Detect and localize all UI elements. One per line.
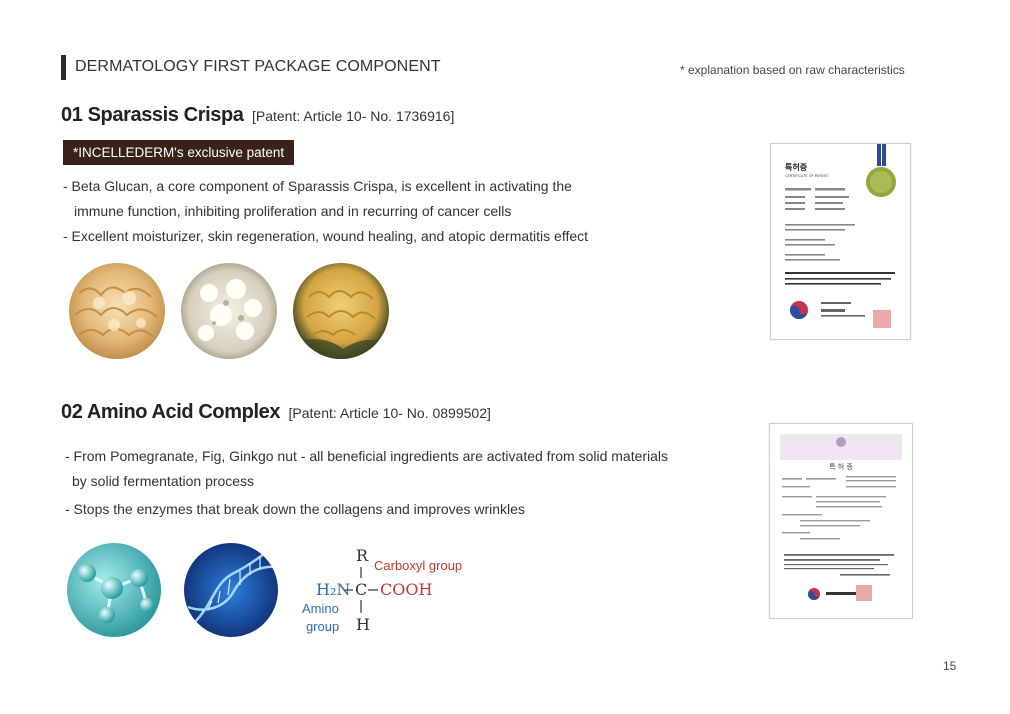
certificate1-title: 특허증 bbox=[785, 162, 808, 172]
section2-title: 02 Amino Acid Complex bbox=[61, 401, 281, 423]
section2-bullet-1: - From Pomegranate, Fig, Ginkgo nut - al… bbox=[65, 448, 669, 464]
page-number: 15 bbox=[943, 659, 957, 673]
section2-bullet-2: - Stops the enzymes that break down the … bbox=[65, 501, 525, 517]
header-note: * explanation based on raw characteristi… bbox=[680, 63, 905, 77]
section1-bullet-1-cont: immune function, inhibiting proliferatio… bbox=[74, 203, 512, 219]
section1-title: 01 Sparassis Crispa bbox=[61, 104, 244, 126]
amino-group-label-2: group bbox=[306, 619, 339, 634]
formula-cooh: COOH bbox=[380, 580, 432, 599]
section1-patent: [Patent: Article 10- No. 1736916] bbox=[251, 108, 455, 124]
page-header-title: DERMATOLOGY FIRST PACKAGE COMPONENT bbox=[75, 58, 441, 75]
section1-bullet-1: - Beta Glucan, a core component of Spara… bbox=[63, 178, 572, 194]
sparassis-photo-2 bbox=[181, 263, 277, 359]
formula-r: R bbox=[356, 546, 369, 565]
patent-certificate-2: 특 허 증 bbox=[769, 423, 913, 619]
molecule-photo bbox=[67, 543, 161, 637]
section2-bullet-1-cont: by solid fermentation process bbox=[72, 473, 255, 489]
section2-heading: 02 Amino Acid Complex [Patent: Article 1… bbox=[61, 401, 491, 424]
dna-photo bbox=[184, 543, 278, 637]
section2-patent: [Patent: Article 10- No. 0899502] bbox=[288, 405, 491, 421]
sparassis-photo-3 bbox=[293, 263, 389, 359]
formula-center-carbon: C bbox=[355, 580, 367, 599]
formula-h: H bbox=[356, 615, 370, 634]
exclusive-patent-tag: *INCELLEDERM's exclusive patent bbox=[63, 140, 295, 165]
section1-heading: 01 Sparassis Crispa [Patent: Article 10-… bbox=[61, 104, 454, 127]
amino-acid-formula: R Carboxyl group H₂N C COOH H Amino grou… bbox=[300, 545, 500, 637]
patent-certificate-1: 특허증 CERTIFICATE OF PATENT bbox=[770, 143, 911, 340]
certificate2-title: 특 허 증 bbox=[829, 462, 853, 471]
carboxyl-group-label: Carboxyl group bbox=[374, 558, 462, 573]
certificate1-subtitle: CERTIFICATE OF PATENT bbox=[785, 174, 829, 178]
section1-bullet-2: - Excellent moisturizer, skin regenerati… bbox=[63, 228, 589, 244]
sparassis-photo-1 bbox=[69, 263, 165, 359]
header-accent-bar bbox=[61, 55, 66, 80]
amino-group-label-1: Amino bbox=[302, 601, 339, 616]
